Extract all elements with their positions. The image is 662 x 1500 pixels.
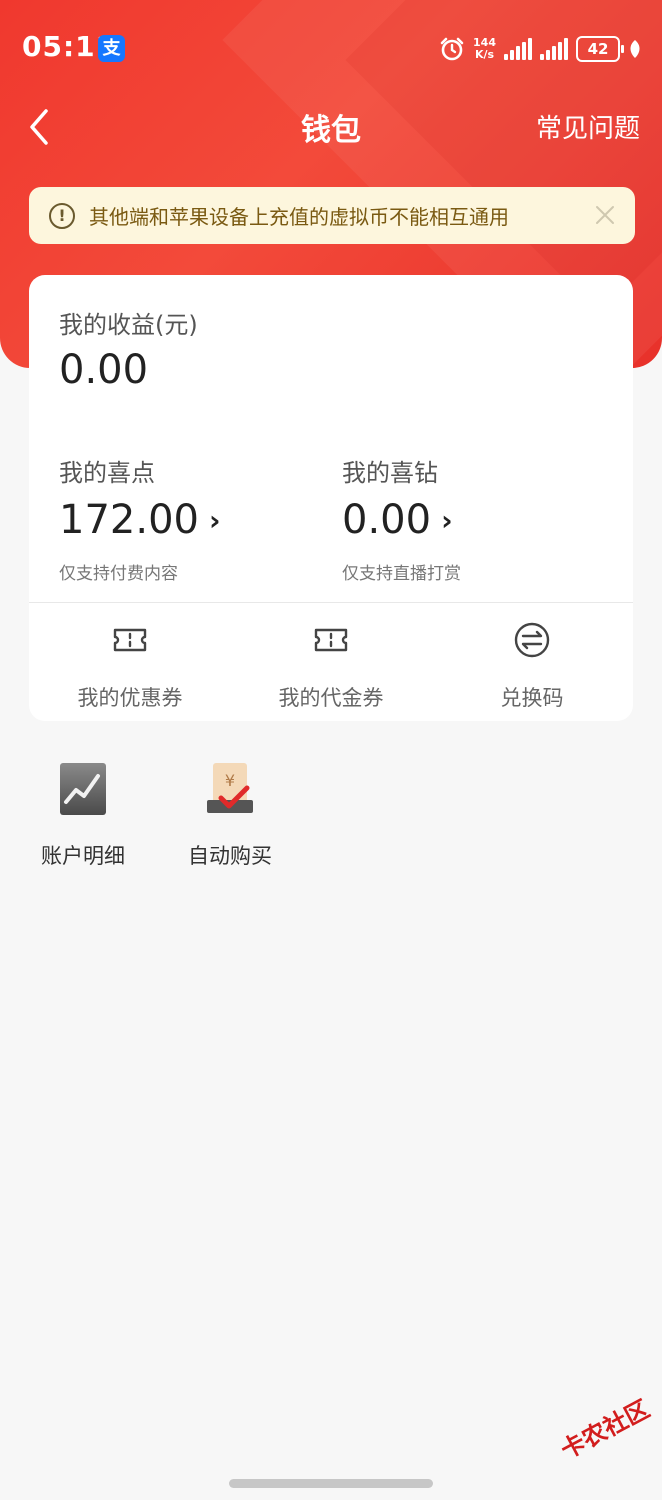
net-speed-unit: K/s: [474, 48, 495, 61]
faq-link[interactable]: 常见问题: [536, 108, 640, 145]
chart-icon: [60, 763, 106, 815]
notice-text: 其他端和苹果设备上充值的虚拟币不能相互通用: [89, 205, 509, 229]
voucher-label: 我的代金券: [278, 686, 384, 710]
close-icon[interactable]: [593, 203, 617, 227]
points-balance[interactable]: 172.00 ›: [59, 497, 221, 543]
diamonds-amount: 0.00: [342, 497, 432, 543]
account-detail-button[interactable]: 账户明细: [23, 760, 143, 870]
auto-buy-button[interactable]: ¥ 自动购买: [170, 760, 290, 870]
points-label: 我的喜点: [59, 459, 155, 487]
points-note: 仅支持付费内容: [59, 564, 178, 584]
notice-banner: ! 其他端和苹果设备上充值的虚拟币不能相互通用: [29, 187, 635, 244]
divider: [29, 602, 633, 603]
diamonds-note: 仅支持直播打赏: [342, 564, 461, 584]
watermark: 卡农社区: [556, 1394, 655, 1465]
svg-text:¥: ¥: [225, 771, 235, 790]
wallet-card: 我的收益(元) 0.00 我的喜点 172.00 › 仅支持付费内容 我的喜钻 …: [29, 275, 633, 721]
battery-icon: 42: [576, 36, 624, 62]
coupon-button[interactable]: 我的优惠券: [30, 620, 230, 712]
account-detail-label: 账户明细: [41, 844, 125, 868]
info-icon: !: [49, 202, 75, 229]
auto-buy-label: 自动购买: [188, 844, 272, 868]
redeem-code-button[interactable]: 兑换码: [432, 620, 632, 712]
status-bar: 05:11 支 144 K/s 42: [0, 0, 662, 96]
earnings-value: 0.00: [59, 347, 148, 393]
exchange-icon: [514, 622, 550, 658]
home-indicator[interactable]: [229, 1479, 433, 1488]
leaf-icon: [630, 40, 640, 58]
points-amount: 172.00: [59, 497, 199, 543]
diamonds-balance[interactable]: 0.00 ›: [342, 497, 453, 543]
ticket-icon: [113, 628, 147, 652]
earnings-label: 我的收益(元): [59, 311, 198, 339]
voucher-icon: [314, 628, 348, 652]
diamonds-label: 我的喜钻: [342, 459, 438, 487]
alipay-icon: 支: [98, 35, 125, 62]
chevron-right-icon: ›: [441, 503, 453, 537]
alarm-icon: [440, 37, 464, 61]
status-indicators: 144 K/s 42: [439, 34, 642, 64]
signal-icon: [540, 38, 568, 60]
coupon-label: 我的优惠券: [77, 686, 183, 710]
net-speed: 144 K/s: [473, 37, 496, 61]
signal-icon: [504, 38, 532, 60]
voucher-button[interactable]: 我的代金券: [231, 620, 431, 712]
auto-buy-icon: ¥: [207, 763, 253, 813]
earnings-amount: 0.00: [59, 347, 149, 393]
chevron-right-icon: ›: [208, 503, 221, 537]
redeem-code-label: 兑换码: [500, 686, 564, 710]
